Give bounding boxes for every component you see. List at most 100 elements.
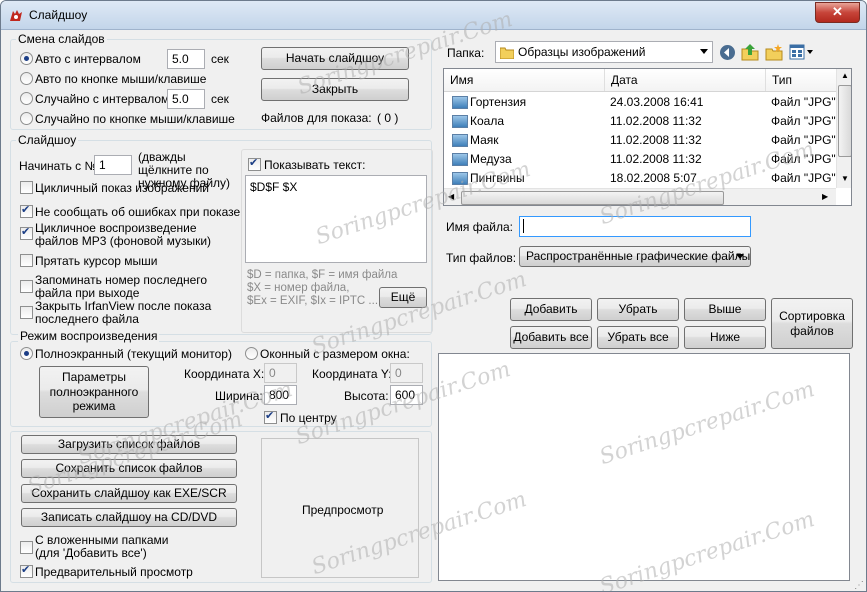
radio-auto-interval[interactable]: [20, 52, 33, 65]
slide-text-textarea[interactable]: $D$F $X: [245, 175, 427, 263]
radio-random-mouse[interactable]: [20, 112, 33, 125]
move-up-button[interactable]: Выше: [684, 298, 766, 321]
irfanview-cat-icon: [10, 10, 22, 21]
burn-cd-button[interactable]: Записать слайдшоу на CD/DVD: [21, 508, 237, 527]
close-after-checkbox[interactable]: [20, 306, 33, 319]
loop-mp3-label: Цикличное воспроизведение файлов MP3 (фо…: [35, 221, 212, 248]
hscroll-thumb[interactable]: [461, 191, 724, 205]
width-label: Ширина:: [215, 389, 263, 403]
file-row[interactable]: Коала 11.02.2008 11:32 Файл "JPG": [444, 112, 836, 131]
hide-cursor-checkbox[interactable]: [20, 254, 33, 267]
move-down-button[interactable]: Ниже: [684, 326, 766, 349]
radio-random-interval[interactable]: [20, 92, 33, 105]
interval-unit-1: сек: [211, 52, 229, 66]
slide-change-title: Смена слайдов: [16, 32, 107, 46]
add-all-button[interactable]: Добавить все: [510, 326, 592, 349]
save-exe-button[interactable]: Сохранить слайдшоу как EXE/SCR: [21, 484, 237, 503]
show-text-checkbox[interactable]: [248, 156, 261, 171]
preview-label: Предварительный просмотр: [35, 565, 193, 579]
up-folder-icon[interactable]: [741, 43, 759, 61]
radio-auto-mouse[interactable]: [20, 72, 33, 85]
back-icon[interactable]: [719, 44, 736, 61]
coord-x-input[interactable]: 0: [264, 363, 297, 383]
scroll-up-icon[interactable]: ▲: [841, 71, 849, 80]
folder-icon: [500, 47, 514, 59]
remember-last-checkbox[interactable]: [20, 280, 33, 293]
file-name: Пингвины: [470, 171, 525, 185]
no-errors-label: Не сообщать об ошибках при показе: [35, 205, 241, 219]
more-button[interactable]: Ещё: [379, 287, 427, 308]
image-file-icon: [452, 172, 468, 185]
no-errors-checkbox[interactable]: [20, 203, 33, 218]
scroll-left-icon[interactable]: ◀: [448, 192, 454, 201]
file-type: Файл "JPG": [771, 133, 836, 147]
chevron-down-icon: [736, 254, 744, 259]
sort-files-button[interactable]: Сортировка файлов: [771, 298, 853, 349]
start-slideshow-button[interactable]: Начать слайдшоу: [261, 47, 409, 70]
slideshow-file-list[interactable]: [438, 353, 850, 581]
height-label: Высота:: [344, 389, 389, 403]
filename-label: Имя файла:: [446, 220, 513, 234]
subfolders-checkbox[interactable]: [20, 541, 33, 554]
new-folder-icon[interactable]: [765, 43, 783, 61]
start-from-input[interactable]: 1: [94, 155, 132, 175]
scroll-down-icon[interactable]: ▼: [841, 174, 849, 183]
subfolders-label: С вложенными папками (для 'Добавить все'…: [35, 533, 169, 560]
filetype-select[interactable]: Распространённые графические файлы: [519, 246, 751, 267]
coord-y-label: Координата Y:: [312, 367, 392, 381]
width-input[interactable]: 800: [264, 385, 297, 405]
vscroll-thumb[interactable]: [838, 85, 851, 157]
file-date: 18.02.2008 5:07: [610, 171, 697, 185]
preview-checkbox[interactable]: [20, 563, 33, 578]
fullscreen-params-button[interactable]: Параметры полноэкранного режима: [39, 366, 149, 418]
file-row[interactable]: Пингвины 18.02.2008 5:07 Файл "JPG": [444, 169, 836, 188]
filename-input[interactable]: [519, 216, 751, 237]
radio-fullscreen[interactable]: [20, 347, 33, 360]
close-window-button[interactable]: ✕: [815, 2, 860, 23]
file-row[interactable]: Гортензия 24.03.2008 16:41 Файл "JPG": [444, 93, 836, 112]
column-type[interactable]: Тип: [766, 69, 836, 91]
folder-value: Образцы изображений: [518, 45, 646, 59]
radio-auto-mouse-label: Авто по кнопке мыши/клавише: [35, 72, 207, 86]
resize-grip-icon[interactable]: ⋰: [854, 580, 864, 591]
file-name: Гортензия: [470, 95, 527, 109]
file-name: Коала: [470, 114, 505, 128]
filetype-value: Распространённые графические файлы: [526, 249, 751, 264]
file-type: Файл "JPG": [771, 95, 836, 109]
slide-text-value: $D$F $X: [250, 180, 298, 194]
loop-images-checkbox[interactable]: [20, 181, 33, 194]
folder-combo[interactable]: Образцы изображений: [495, 41, 713, 63]
center-checkbox[interactable]: [264, 409, 277, 424]
files-count-value: ( 0 ): [377, 111, 399, 125]
radio-windowed[interactable]: [245, 347, 258, 360]
view-menu-icon[interactable]: [789, 44, 815, 60]
fullscreen-label: Полноэкранный (текущий монитор): [35, 347, 232, 361]
remove-all-button[interactable]: Убрать все: [597, 326, 679, 349]
file-date: 11.02.2008 11:32: [610, 152, 702, 166]
file-row[interactable]: Медуза 11.02.2008 11:32 Файл "JPG": [444, 150, 836, 169]
interval-input-1[interactable]: 5.0: [167, 49, 205, 69]
center-label: По центру: [280, 411, 337, 425]
scroll-right-icon[interactable]: ▶: [822, 192, 828, 201]
image-file-icon: [452, 153, 468, 166]
save-list-button[interactable]: Сохранить список файлов: [21, 459, 237, 478]
column-date[interactable]: Дата: [605, 69, 766, 91]
close-after-label: Закрыть IrfanView после показа последнег…: [35, 299, 212, 326]
file-name: Маяк: [470, 133, 499, 147]
file-list[interactable]: Имя Дата Тип ^ Гортензия 24.03.2008 16:4…: [443, 68, 852, 206]
add-button[interactable]: Добавить: [510, 298, 592, 321]
height-input[interactable]: 600: [390, 385, 423, 405]
close-button[interactable]: Закрыть: [261, 78, 409, 101]
column-name[interactable]: Имя: [444, 69, 605, 91]
remove-button[interactable]: Убрать: [597, 298, 679, 321]
loop-mp3-checkbox[interactable]: [20, 225, 33, 240]
file-row[interactable]: Маяк 11.02.2008 11:32 Файл "JPG": [444, 131, 836, 150]
interval-input-2[interactable]: 5.0: [167, 89, 205, 109]
coord-y-input[interactable]: 0: [390, 363, 423, 383]
windowed-label: Оконный с размером окна:: [260, 347, 410, 361]
title-bar[interactable]: Слайдшоу ✕: [1, 1, 866, 30]
file-list-vscroll[interactable]: ▲ ▼: [836, 69, 851, 188]
load-list-button[interactable]: Загрузить список файлов: [21, 435, 237, 454]
image-file-icon: [452, 96, 468, 109]
file-list-hscroll[interactable]: ◀ ▶: [444, 188, 836, 205]
